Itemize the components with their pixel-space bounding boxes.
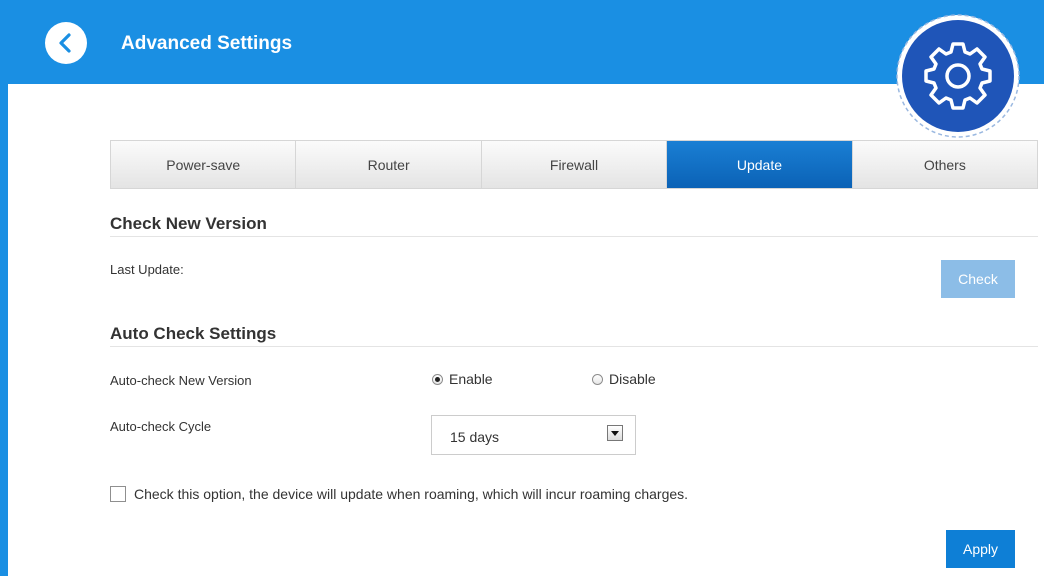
tab-power-save[interactable]: Power-save (111, 141, 297, 188)
check-button[interactable]: Check (941, 260, 1015, 298)
section-divider (110, 346, 1038, 347)
radio-unselected-icon (592, 373, 603, 385)
auto-check-new-version-label: Auto-check New Version (110, 373, 252, 388)
gear-badge (895, 13, 1021, 139)
enable-radio-label: Enable (449, 371, 493, 387)
chevron-left-icon (59, 33, 71, 53)
auto-check-cycle-select[interactable]: 15 days (431, 415, 636, 455)
page-title: Advanced Settings (121, 33, 293, 54)
roaming-option-row: Check this option, the device will updat… (110, 486, 688, 502)
roaming-checkbox[interactable] (110, 486, 126, 502)
tab-update[interactable]: Update (667, 141, 853, 188)
auto-check-settings-heading: Auto Check Settings (110, 324, 277, 343)
cycle-selected-value: 15 days (450, 429, 500, 445)
check-new-version-heading: Check New Version (110, 214, 267, 233)
roaming-checkbox-label: Check this option, the device will updat… (134, 486, 689, 502)
app-window: Advanced Settings Power-save Router Fire… (0, 0, 1044, 576)
back-button[interactable] (45, 22, 87, 64)
auto-check-cycle-label: Auto-check Cycle (110, 419, 212, 434)
tab-others[interactable]: Others (852, 141, 1038, 188)
apply-button[interactable]: Apply (946, 530, 1015, 568)
disable-radio-label: Disable (609, 371, 656, 387)
radio-selected-icon (432, 373, 443, 385)
last-update-label: Last Update: (110, 262, 184, 277)
left-edge-bar (0, 0, 8, 576)
tab-router[interactable]: Router (296, 141, 482, 188)
dropdown-arrow-icon (607, 425, 623, 441)
disable-radio[interactable]: Disable (592, 371, 656, 387)
header-bar: Advanced Settings (8, 0, 1044, 84)
gear-icon (896, 14, 1020, 138)
enable-radio[interactable]: Enable (432, 371, 493, 387)
section-divider (110, 236, 1038, 237)
settings-tabs: Power-save Router Firewall Update Others (110, 140, 1038, 189)
tab-firewall[interactable]: Firewall (481, 141, 668, 188)
